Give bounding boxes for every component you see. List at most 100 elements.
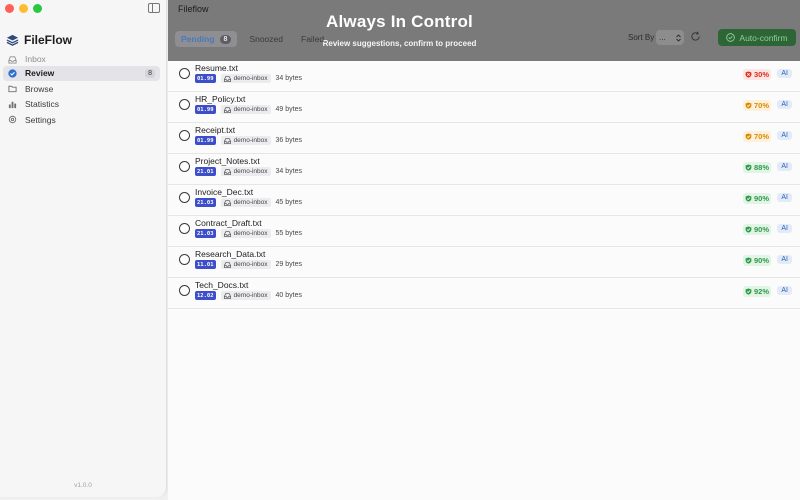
file-name: Contract_Draft.txt [195,218,262,228]
tab-snoozed[interactable]: Snoozed [243,31,289,47]
confidence-value: 70% [753,132,769,141]
tab-pending[interactable]: Pending 8 [175,31,238,47]
select-radio[interactable] [179,223,190,234]
select-radio[interactable] [179,285,190,296]
category-code-tag: 01.99 [195,105,216,114]
tab-failed[interactable]: Failed [295,31,330,47]
sort-by-select[interactable]: ... [656,30,684,45]
source-tag: demo-inbox [220,291,271,300]
ai-badge: AI [777,224,792,233]
sidebar-item-label: Inbox [25,55,46,64]
inbox-tray-icon [223,137,231,144]
sidebar-item-inbox[interactable]: Inbox [3,55,160,65]
sidebar-item-browse[interactable]: Browse [3,81,160,96]
folder-icon [8,84,17,93]
confidence-badge: 92% [742,286,771,297]
confidence-value: 90% [753,256,769,265]
sort-by-label: Sort By [628,33,655,42]
inbox-tray-icon [223,106,231,113]
source-label: demo-inbox [233,230,268,237]
source-tag: demo-inbox [220,198,271,207]
select-radio[interactable] [179,68,190,79]
shield-check-icon [745,226,752,233]
sidebar-item-statistics[interactable]: Statistics [3,97,160,112]
source-tag: demo-inbox [220,136,271,145]
inbox-tray-icon [223,75,231,82]
confidence-badge: 70% [742,100,771,111]
ai-badge: AI [777,100,792,109]
sidebar-item-review[interactable]: Review 8 [3,65,160,81]
tab-label: Snoozed [249,34,283,44]
file-row[interactable]: Receipt.txt 01.99 demo-inbox 36 bytes 70% AI [168,123,800,154]
category-code-tag: 01.99 [195,74,216,83]
inbox-tray-icon [223,292,231,299]
source-label: demo-inbox [233,106,268,113]
confidence-badge: 30% [742,69,771,80]
confidence-value: 30% [753,70,769,79]
category-code-tag: 12.02 [195,291,216,300]
confidence-badge: 70% [742,131,771,142]
select-radio[interactable] [179,192,190,203]
toggle-sidebar-icon[interactable] [148,3,160,13]
updown-chevron-icon [676,33,681,42]
file-row[interactable]: Research_Data.txt 11.01 demo-inbox 29 bytes… [168,247,800,278]
zoom-window-button[interactable] [33,4,42,13]
inbox-tray-icon [223,199,231,206]
sort-by-value: ... [659,33,666,42]
source-tag: demo-inbox [220,167,271,176]
bar-chart-icon [8,100,17,109]
file-name: HR_Policy.txt [195,94,246,104]
file-name: Tech_Docs.txt [195,280,249,290]
file-meta: 01.99 demo-inbox 34 bytes [195,74,302,83]
inbox-tray-icon [223,261,231,268]
file-size: 29 bytes [275,261,302,268]
sidebar-item-label: Review [25,68,55,78]
file-meta: 01.99 demo-inbox 49 bytes [195,105,302,114]
sidebar: FileFlow Inbox Review 8 Browse Statistic… [0,0,167,497]
source-label: demo-inbox [233,199,268,206]
shield-check-icon [745,288,752,295]
tab-label: Pending [181,34,215,44]
auto-confirm-button[interactable]: Auto-confirm [718,29,796,46]
file-meta: 21.01 demo-inbox 34 bytes [195,167,302,176]
file-row[interactable]: Project_Notes.txt 21.01 demo-inbox 34 bytes… [168,154,800,185]
confidence-badge: 90% [742,224,771,235]
file-row[interactable]: Contract_Draft.txt 21.03 demo-inbox 55 byte… [168,216,800,247]
confidence-badge: 90% [742,193,771,204]
shield-check-icon [745,102,752,109]
select-radio[interactable] [179,254,190,265]
ai-badge: AI [777,193,792,202]
minimize-window-button[interactable] [19,4,28,13]
stack-logo-icon [6,34,19,46]
file-row[interactable]: Tech_Docs.txt 12.02 demo-inbox 40 bytes 92% A… [168,278,800,309]
sidebar-item-label: Statistics [25,99,60,109]
shield-check-icon [745,195,752,202]
close-window-button[interactable] [5,4,14,13]
shield-check-icon [745,257,752,264]
file-row[interactable]: Resume.txt 01.99 demo-inbox 34 bytes 30% AI [168,61,800,92]
file-meta: 01.99 demo-inbox 36 bytes [195,136,302,145]
auto-confirm-label: Auto-confirm [739,32,788,43]
category-code-tag: 21.03 [195,198,216,207]
confidence-badge: 88% [742,162,771,173]
select-radio[interactable] [179,99,190,110]
main-panel: Fileflow Always In Control Review sugges… [168,0,800,500]
sidebar-item-label: Browse [25,83,54,94]
file-row[interactable]: HR_Policy.txt 01.99 demo-inbox 49 bytes 70% A… [168,92,800,123]
confidence-value: 70% [753,101,769,110]
source-label: demo-inbox [233,137,268,144]
review-count-badge: 8 [145,68,155,78]
tab-count-badge: 8 [219,34,232,44]
sidebar-item-settings[interactable]: Settings [3,112,160,127]
file-row[interactable]: Invoice_Dec.txt 21.03 demo-inbox 45 bytes 90… [168,185,800,216]
window-controls [5,4,42,13]
file-list: Resume.txt 01.99 demo-inbox 34 bytes 30% AI HR… [168,61,800,309]
file-size: 34 bytes [275,75,302,82]
brand-name: FileFlow [24,33,72,47]
file-size: 49 bytes [275,106,302,113]
shield-check-icon [745,164,752,171]
refresh-icon[interactable] [690,31,701,42]
select-radio[interactable] [179,130,190,141]
file-meta: 21.03 demo-inbox 55 bytes [195,229,302,238]
select-radio[interactable] [179,161,190,172]
